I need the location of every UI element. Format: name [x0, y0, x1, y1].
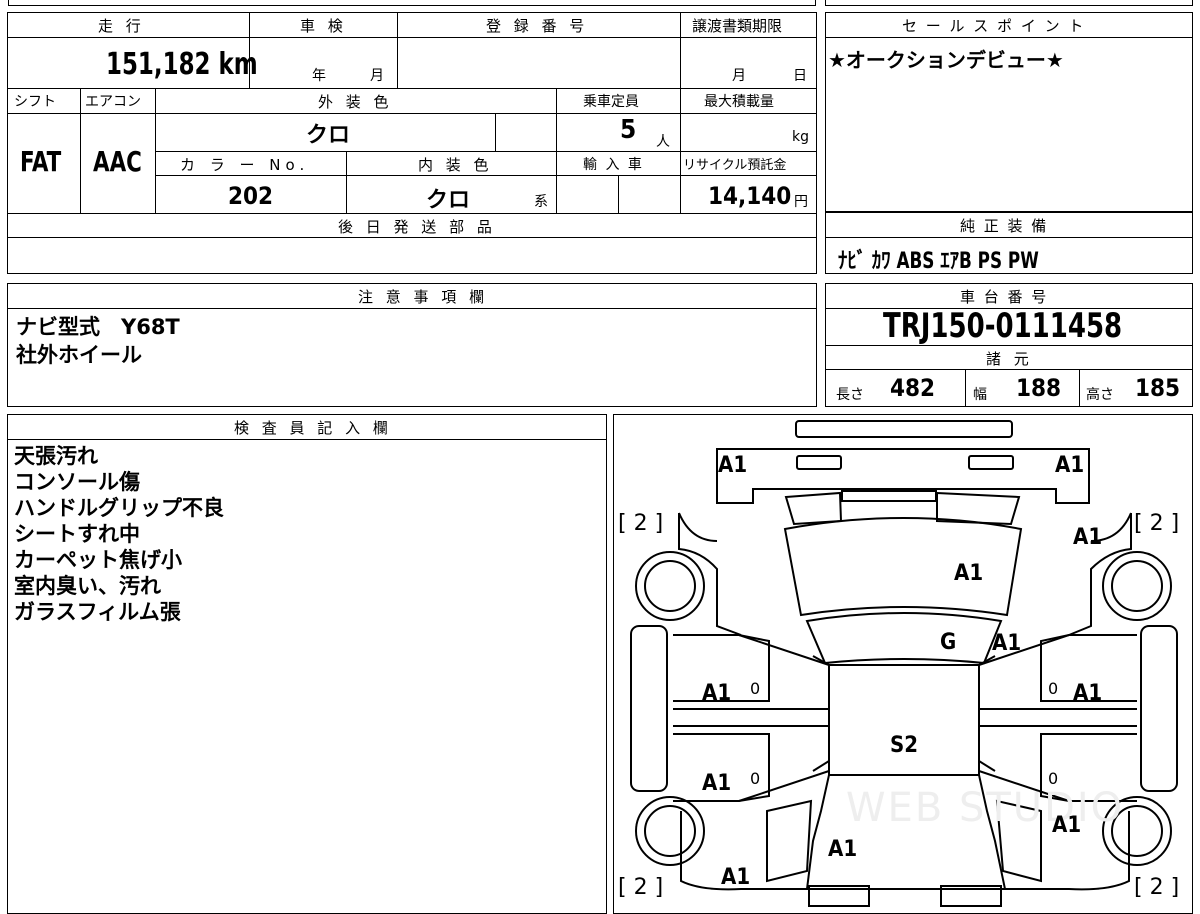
inspection-year-unit: 年 [312, 68, 326, 84]
length-value: 482 [890, 374, 936, 402]
shift-value: FAT [20, 145, 62, 178]
mileage-value: 151,182 km [106, 47, 258, 82]
recycle-unit: 円 [794, 194, 808, 210]
mark-right-fender: A1 [1073, 525, 1103, 550]
zero-marker: 0 [750, 769, 761, 788]
inspection-label: 車 検 [300, 17, 347, 35]
width-label: 幅 [973, 387, 987, 403]
caution-box: 注 意 事 項 欄 ナビ型式 Y68T 社外ホイール [7, 283, 817, 407]
mark-right-rear-fender: A1 [1052, 813, 1082, 838]
capacity-unit: 人 [656, 134, 670, 150]
inspector-line-5: カーペット焦げ小 [14, 548, 182, 572]
car-diagram: WEB STUDIO A1 A1 A1 A1 G A1 A1 A1 S2 A1 … [613, 414, 1193, 914]
tire-front-right: [ 2 ] [1134, 511, 1180, 536]
inspector-line-2: コンソール傷 [14, 470, 140, 494]
aircon-label: エアコン [85, 94, 141, 110]
caution-label: 注 意 事 項 欄 [358, 288, 489, 306]
mark-windshield-g: G [940, 630, 957, 655]
interior-color-value: クロ [426, 188, 471, 213]
length-label: 長さ [836, 387, 864, 403]
color-no-value: 202 [228, 182, 274, 210]
caution-line-1: ナビ型式 Y68T [16, 315, 180, 339]
mark-windshield-a: A1 [992, 631, 1022, 656]
recycle-value: 14,140 [708, 182, 792, 210]
interior-color-label: 内 装 色 [418, 156, 493, 174]
equipment-box: 純 正 装 備 ﾅﾋﾞ ｶﾜ ABS ｴｱB PS PW [825, 212, 1193, 274]
mark-left-front-door: A1 [702, 681, 732, 706]
sales-point-text: ★オークションデビュー★ [828, 48, 1064, 72]
interior-color-suffix: 系 [534, 194, 548, 210]
max-load-unit: kg [792, 129, 809, 145]
tire-rear-right: [ 2 ] [1134, 875, 1180, 900]
registration-label: 登 録 番 号 [486, 17, 589, 35]
zero-marker: 0 [750, 679, 761, 698]
mark-hood: A1 [954, 561, 984, 586]
transfer-day-unit: 日 [793, 68, 807, 84]
inspector-line-3: ハンドルグリップ不良 [14, 496, 224, 520]
transfer-month-unit: 月 [732, 68, 746, 84]
capacity-value: 5 [620, 115, 637, 145]
transfer-deadline-label: 譲渡書類期限 [692, 17, 783, 35]
inspector-line-1: 天張汚れ [14, 444, 98, 468]
mark-left-rear-door: A1 [702, 771, 732, 796]
mark-rear-glass: A1 [828, 837, 858, 862]
mark-front-left: A1 [718, 453, 748, 478]
top-strip-right [825, 0, 1193, 6]
exterior-color-label: 外 装 色 [318, 93, 393, 111]
sales-point-box: セ ー ル ス ポ イ ン ト ★オークションデビュー★ [825, 12, 1193, 212]
inspector-box: 検 査 員 記 入 欄 天張汚れ コンソール傷 ハンドルグリップ不良 シートすれ… [7, 414, 607, 914]
caution-line-2: 社外ホイール [16, 343, 142, 367]
watermark: WEB STUDIO [846, 785, 1125, 831]
top-strip [8, 0, 816, 6]
equipment-label: 純 正 装 備 [960, 217, 1049, 235]
aircon-value: AAC [93, 145, 142, 178]
recycle-label: リサイクル預託金 [683, 158, 787, 173]
mark-right-front-door: A1 [1073, 681, 1103, 706]
zero-marker: 0 [1048, 679, 1059, 698]
capacity-label: 乗車定員 [583, 94, 639, 110]
specs-label: 諸 元 [986, 350, 1033, 368]
tire-rear-left: [ 2 ] [618, 875, 664, 900]
width-value: 188 [1016, 374, 1062, 402]
mark-front-right: A1 [1055, 453, 1085, 478]
color-no-label: カ ラ ー No. [180, 156, 310, 174]
car-outline [630, 420, 1178, 907]
inspection-month-unit: 月 [370, 68, 384, 84]
later-parts-label: 後 日 発 送 部 品 [338, 218, 496, 236]
inspector-label: 検 査 員 記 入 欄 [234, 419, 392, 437]
inspector-line-7: ガラスフィルム張 [14, 600, 181, 624]
sales-point-label: セ ー ル ス ポ イ ン ト [902, 17, 1086, 35]
tire-front-left: [ 2 ] [618, 511, 664, 536]
height-label: 高さ [1086, 387, 1114, 403]
vehicle-info-table: 走 行 車 検 登 録 番 号 譲渡書類期限 151,182 km 年 月 月 … [7, 12, 817, 274]
chassis-label: 車 台 番 号 [960, 288, 1049, 306]
inspector-line-6: 室内臭い、汚れ [14, 574, 161, 598]
zero-marker: 0 [1048, 769, 1059, 788]
mileage-label: 走 行 [98, 17, 145, 35]
shift-label: シフト [14, 94, 56, 110]
chassis-box: 車 台 番 号 TRJ150-0111458 諸 元 長さ 482 幅 188 … [825, 283, 1193, 407]
import-label: 輸 入 車 [583, 157, 644, 173]
mark-rear-left: A1 [721, 865, 751, 890]
exterior-color-value: クロ [306, 123, 351, 148]
height-value: 185 [1135, 374, 1181, 402]
equipment-text: ﾅﾋﾞ ｶﾜ ABS ｴｱB PS PW [838, 249, 1039, 274]
chassis-number: TRJ150-0111458 [883, 306, 1123, 346]
max-load-label: 最大積載量 [704, 94, 774, 110]
mark-roof: S2 [890, 733, 919, 758]
inspector-line-4: シートすれ中 [14, 522, 140, 546]
